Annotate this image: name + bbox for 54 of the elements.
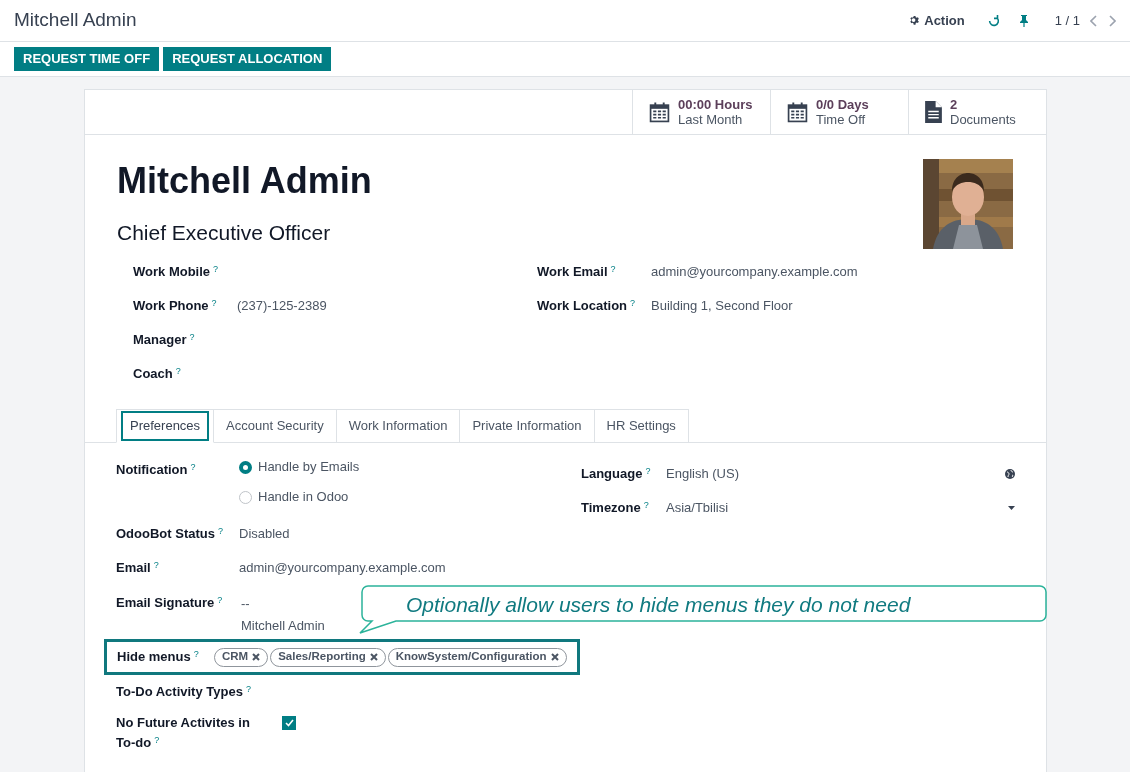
- field-value: admin@yourcompany.example.com: [239, 559, 446, 578]
- field-value: (237)-125-2389: [237, 297, 327, 316]
- calendar-icon: [649, 101, 670, 123]
- close-icon[interactable]: [550, 653, 559, 661]
- select-field[interactable]: Asia/Tbilisi: [666, 498, 1015, 518]
- stat-button[interactable]: 2 Documents: [908, 90, 1046, 134]
- employee-name: Mitchell Admin: [117, 159, 373, 203]
- tab[interactable]: Work Information: [336, 409, 461, 442]
- field-value: Building 1, Second Floor: [651, 297, 793, 316]
- primary-button[interactable]: REQUEST ALLOCATION: [163, 47, 332, 71]
- stat-button[interactable]: 00:00 Hours Last Month: [632, 90, 770, 134]
- field-label: Email $^{?}$: [116, 558, 160, 578]
- field-label: Language $^{?}$: [581, 464, 652, 484]
- action-button[interactable]: Action: [909, 10, 965, 31]
- field-label: Coach $^{?}$: [133, 364, 182, 384]
- field-label: To-Do Activity Types $^{?}$: [116, 682, 252, 702]
- field-label: Manager $^{?}$: [133, 330, 196, 350]
- tab[interactable]: Account Security: [214, 409, 337, 442]
- tab[interactable]: HR Settings: [594, 409, 689, 442]
- radio-option[interactable]: Handle by Emails: [239, 457, 360, 477]
- calendar-icon: [787, 101, 808, 123]
- field-label: Email Signature $^{?}$: [116, 593, 224, 612]
- field-label: Work Location $^{?}$: [537, 296, 637, 316]
- field-label: No Future Activites in To-do $^{?}$: [116, 714, 251, 752]
- pager-value: 1 / 1: [1054, 11, 1080, 30]
- field-label: Timezone $^{?}$: [581, 498, 650, 518]
- callout-text: Optionally allow users to hide menus they do not need: [406, 592, 911, 618]
- checkbox[interactable]: [282, 716, 296, 730]
- breadcrumb-title: Mitchell Admin: [14, 8, 137, 33]
- field-label: Work Email $^{?}$: [537, 262, 617, 282]
- close-icon[interactable]: [369, 653, 378, 661]
- field-label: Notification $^{?}$: [116, 460, 197, 479]
- select-field[interactable]: English (US): [666, 464, 1015, 484]
- job-title: Chief Executive Officer: [117, 220, 332, 246]
- primary-button[interactable]: REQUEST TIME OFF: [14, 47, 160, 71]
- document-icon: [925, 101, 942, 123]
- field-value: Disabled: [239, 525, 290, 544]
- field-label: OdooBot Status $^{?}$: [116, 524, 224, 544]
- field-value: admin@yourcompany.example.com: [651, 263, 858, 282]
- radio-option[interactable]: Handle in Odoo: [239, 487, 360, 507]
- tab[interactable]: Private Information: [460, 409, 595, 442]
- signature-line: --: [241, 595, 251, 613]
- field-label: Work Mobile $^{?}$: [133, 262, 220, 282]
- caret-icon[interactable]: [1008, 506, 1015, 510]
- globe-icon[interactable]: [1005, 469, 1015, 479]
- field-label: Hide menus $^{?}$: [117, 647, 200, 667]
- pin-icon[interactable]: [1018, 14, 1029, 27]
- stat-button[interactable]: 0/0 Days Time Off: [770, 90, 908, 134]
- signature-line: Mitchell Admin: [241, 617, 325, 635]
- gear-icon: [909, 15, 921, 26]
- refresh-icon[interactable]: [986, 13, 1001, 28]
- field-label: Work Phone $^{?}$: [133, 296, 218, 316]
- close-icon[interactable]: [252, 653, 261, 661]
- tab[interactable]: Preferences: [116, 409, 215, 443]
